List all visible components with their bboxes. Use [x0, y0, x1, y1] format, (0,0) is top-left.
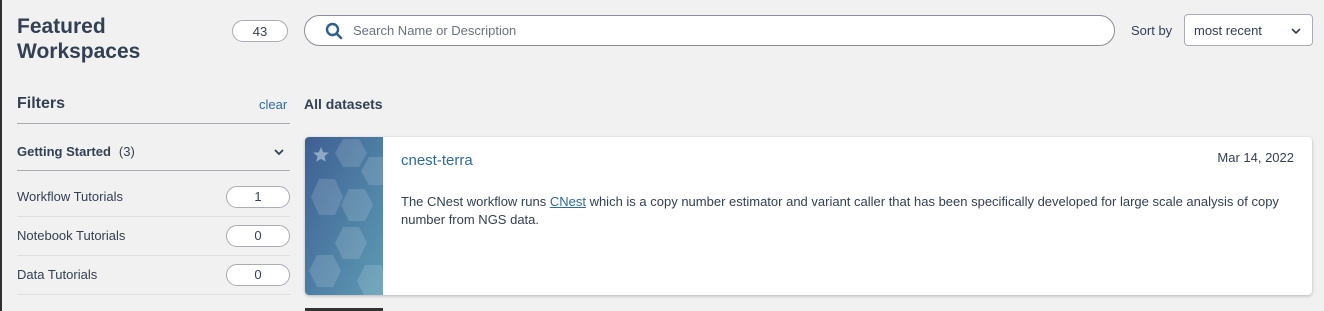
- workspace-card-title[interactable]: cnest-terra: [401, 152, 473, 169]
- filter-group-getting-started[interactable]: Getting Started (3): [17, 140, 290, 162]
- section-title: All datasets: [304, 96, 383, 112]
- sort-label: Sort by: [1131, 23, 1173, 38]
- workspace-card-description: The CNest workflow runs CNest which is a…: [401, 193, 1281, 229]
- filter-item-label: Notebook Tutorials: [17, 228, 126, 243]
- description-text: The CNest workflow runs: [401, 194, 550, 209]
- workspace-thumbnail: [305, 137, 383, 295]
- filter-group-name: Getting Started: [17, 143, 111, 159]
- filter-item-workflow-tutorials[interactable]: Workflow Tutorials 1: [17, 177, 290, 215]
- filters-clear-link[interactable]: clear: [259, 97, 287, 112]
- workspace-card[interactable]: cnest-terra Mar 14, 2022 The CNest workf…: [305, 137, 1312, 295]
- filter-group-count: (3): [118, 143, 135, 159]
- filter-item-label: Workflow Tutorials: [17, 189, 123, 204]
- filters-divider: [17, 123, 290, 124]
- cnest-link[interactable]: CNest: [550, 194, 586, 209]
- filter-item-label: Data Tutorials: [17, 267, 98, 282]
- search-icon: [325, 22, 343, 39]
- sort-select-value: most recent: [1194, 22, 1262, 38]
- filter-item-data-tutorials[interactable]: Data Tutorials 0: [17, 255, 290, 293]
- workspace-card-date: Mar 14, 2022: [1217, 150, 1294, 165]
- filter-item-count: 0: [226, 225, 290, 247]
- page-title-line1: Featured: [17, 15, 106, 38]
- workspace-count-badge: 43: [232, 20, 288, 42]
- filter-item-count: 0: [226, 264, 290, 286]
- filters-title: Filters: [17, 95, 66, 112]
- chevron-down-icon: [274, 149, 284, 156]
- page-title-line2: Workspaces: [17, 40, 141, 63]
- sort-select[interactable]: most recent: [1184, 14, 1313, 46]
- filter-item-count: 1: [226, 186, 290, 208]
- filter-row-divider: [17, 294, 290, 295]
- search-input[interactable]: [351, 22, 1075, 39]
- filter-item-notebook-tutorials[interactable]: Notebook Tutorials 0: [17, 216, 290, 254]
- chevron-down-icon: [1291, 28, 1301, 35]
- search-box[interactable]: [304, 15, 1115, 46]
- page-title: Featured Workspaces: [17, 14, 140, 64]
- filter-group-divider: [17, 170, 290, 171]
- window-edge: [0, 0, 2, 311]
